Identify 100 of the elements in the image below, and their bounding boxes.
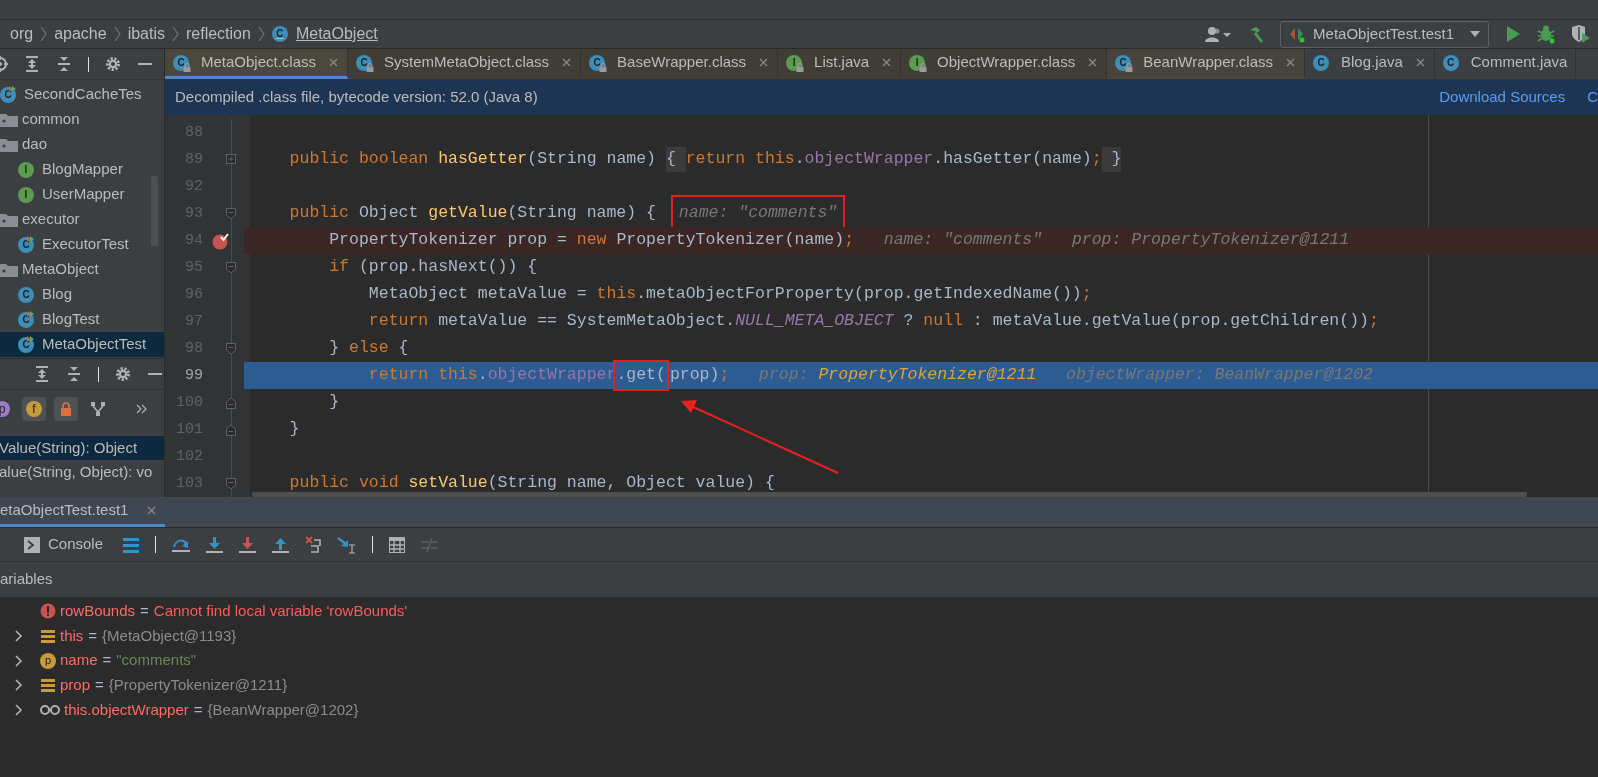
tree-item[interactable]: C Blog xyxy=(0,282,164,307)
fold-marker-icon[interactable] xyxy=(225,422,237,437)
code-text: public boolean hasGetter(String name) xyxy=(289,148,657,171)
editor-tab[interactable]: C BaseWrapper.class xyxy=(581,49,779,79)
chevron-icon xyxy=(112,26,122,42)
close-icon[interactable] xyxy=(146,505,158,516)
variable-row[interactable]: p name = "comments" xyxy=(0,648,1598,674)
collapse-all-icon[interactable] xyxy=(66,366,82,382)
close-icon[interactable] xyxy=(561,57,573,68)
chevron-icon xyxy=(39,26,49,42)
debug-session-tab[interactable]: etaObjectTest.test1 xyxy=(0,497,166,527)
fold-marker-icon[interactable] xyxy=(225,152,237,167)
fold-marker-icon[interactable] xyxy=(225,206,237,221)
user-menu-icon[interactable] xyxy=(1204,25,1232,43)
inline-hint: prop: PropertyTokenizer@1211 xyxy=(1071,229,1350,252)
close-icon[interactable] xyxy=(758,57,770,68)
tree-item[interactable]: executor xyxy=(0,207,164,232)
close-icon[interactable] xyxy=(1414,57,1426,68)
run-config-dropdown[interactable]: MetaObjectTest.test1 xyxy=(1280,20,1489,48)
console-icon xyxy=(24,536,40,553)
variable-row[interactable]: prop = {PropertyTokenizer@1211} xyxy=(0,673,1598,698)
expand-all-icon[interactable] xyxy=(34,366,50,382)
inline-hint: objectWrapper: BeanWrapper@1202 xyxy=(1066,364,1373,387)
breakpoint-icon[interactable] xyxy=(211,231,229,250)
breadcrumb-item[interactable]: MetaObject xyxy=(295,22,378,46)
filter-toggle[interactable] xyxy=(54,397,78,421)
panel-title: ariables xyxy=(0,569,53,590)
variable-row[interactable]: this = {MetaObject@1193} xyxy=(0,623,1598,649)
folder-icon xyxy=(0,211,18,228)
tree-item[interactable]: C MetaObjectTest xyxy=(0,332,164,357)
tree-item[interactable]: MetaObject xyxy=(0,257,164,282)
folder-icon xyxy=(0,136,18,153)
field-icon xyxy=(40,628,56,645)
run-icon[interactable] xyxy=(1505,25,1521,43)
collapse-all-icon[interactable] xyxy=(56,56,72,72)
drop-frame-icon[interactable] xyxy=(305,536,322,553)
tab-label: SystemMetaObject.class xyxy=(384,52,550,73)
line-number: 99 xyxy=(184,366,203,386)
console-tab[interactable]: Console xyxy=(20,531,108,558)
code-text: MetaObject metaValue = this.metaObjectForProperty(prop.getIndexedName()); xyxy=(368,283,1092,306)
fold-marker-icon[interactable] xyxy=(225,476,237,491)
breadcrumb-item[interactable]: reflection xyxy=(186,22,251,46)
breadcrumb-item[interactable]: ibatis xyxy=(127,22,165,46)
folded-code[interactable]: } xyxy=(1101,147,1122,172)
banner-link[interactable]: Download Sources xyxy=(1439,86,1566,109)
close-icon[interactable] xyxy=(1285,57,1296,68)
close-icon[interactable] xyxy=(881,57,893,68)
calculator-icon[interactable] xyxy=(389,536,406,553)
scrollbar[interactable] xyxy=(252,492,1527,497)
more-icon[interactable] xyxy=(136,403,147,415)
bug-icon[interactable] xyxy=(1537,24,1555,44)
editor-tab[interactable]: C BeanWrapper.class xyxy=(1107,49,1305,79)
close-icon[interactable] xyxy=(328,57,340,68)
settings-icon[interactable] xyxy=(105,56,121,72)
shield-run-icon[interactable] xyxy=(1571,25,1590,43)
parameter-icon: p xyxy=(40,652,56,669)
code-text: return this.objectWrapper.hasGetter(name); xyxy=(685,148,1102,171)
inline-hint: prop: PropertyTokenizer@1211 xyxy=(759,364,1037,387)
filter-toggle[interactable]: p xyxy=(0,397,14,421)
fold-marker-icon[interactable] xyxy=(225,341,237,356)
editor-tab[interactable]: I List.java xyxy=(778,49,902,79)
fold-marker-icon[interactable] xyxy=(225,395,237,410)
variable-row[interactable]: this.objectWrapper = {BeanWrapper@1202} xyxy=(0,697,1598,723)
notice-text: Decompiled .class file, bytecode version: 52.0 (Java 8) xyxy=(175,87,538,108)
breadcrumb-item[interactable]: apache xyxy=(54,22,107,46)
force-step-into-icon[interactable] xyxy=(239,536,257,553)
tree-item[interactable]: C ExecutorTest xyxy=(0,232,164,257)
filter-toggle[interactable]: f xyxy=(22,397,46,421)
tab-label: Comment.java xyxy=(1470,52,1568,73)
code-text: return this.objectWrapper xyxy=(368,364,617,387)
editor-tab[interactable]: C SystemMetaObject.class xyxy=(348,49,582,79)
editor-tab[interactable]: C MetaObject.class xyxy=(165,49,349,79)
breadcrumb-item[interactable]: org xyxy=(10,22,34,46)
tree-item[interactable]: C BlogTest xyxy=(0,307,164,332)
fold-marker-icon[interactable] xyxy=(225,260,237,275)
step-into-icon[interactable] xyxy=(206,536,224,553)
folded-code[interactable]: { xyxy=(665,147,686,172)
frames-icon[interactable] xyxy=(123,536,140,553)
step-out-icon[interactable] xyxy=(272,536,290,553)
banner-link[interactable]: C xyxy=(1587,86,1598,109)
folder-icon xyxy=(0,261,18,278)
structure-item[interactable]: alue(String, Object): vo xyxy=(0,460,164,484)
tree-item[interactable]: I BlogMapper xyxy=(0,157,164,182)
code-text: public void setValue(String name, Object value) { xyxy=(289,472,775,495)
chevron-icon xyxy=(171,26,180,42)
run-to-cursor-icon[interactable] xyxy=(337,535,357,554)
close-icon[interactable] xyxy=(1087,57,1099,68)
tab-label: MetaObject.class xyxy=(201,52,317,73)
editor-tab[interactable]: I ObjectWrapper.class xyxy=(901,49,1108,79)
boxed-code: .get( xyxy=(616,363,666,388)
caret-icon xyxy=(1470,31,1480,37)
tab-label: List.java xyxy=(814,52,870,73)
tree-item[interactable]: dao xyxy=(0,132,164,157)
code-text: if (prop.hasNext()) { xyxy=(329,256,538,279)
tree-item[interactable]: C SecondCacheTes xyxy=(0,82,164,107)
tree-item[interactable]: I UserMapper xyxy=(0,182,164,207)
expand-all-icon[interactable] xyxy=(24,56,40,72)
variable-row[interactable]: rowBounds = Cannot find local variable 'rowBounds' xyxy=(0,599,1598,624)
settings-icon[interactable] xyxy=(115,366,131,382)
tree-item[interactable]: common xyxy=(0,107,164,132)
